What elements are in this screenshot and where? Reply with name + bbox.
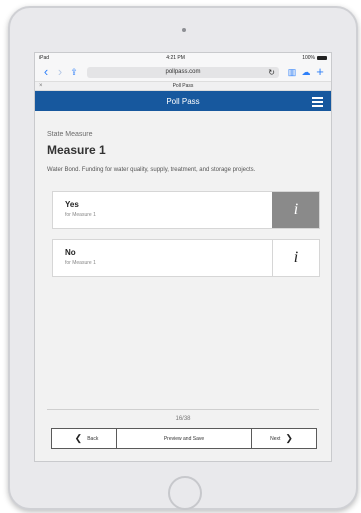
chevron-left-icon: ❮ [74,433,83,443]
page-counter: 16/38 [175,416,191,422]
preview-save-button[interactable]: Preview and Save [117,429,252,448]
screen: iPad 4:21 PM 100% ‹ › ⇪ pollpass.com ↻ ▥… [34,52,332,462]
page-title: Measure 1 [47,143,106,157]
app-header: Poll Pass [35,91,331,111]
option-label: Yes [65,200,79,209]
forward-arrow-icon[interactable]: › [53,63,67,81]
option-sublabel: for Measure 1 [65,260,96,266]
browser-toolbar: ‹ › ⇪ pollpass.com ↻ ▥ ☁ + [35,63,331,82]
url-text: pollpass.com [165,69,201,75]
camera-dot [182,28,186,32]
divider [47,409,319,410]
option-label: No [65,248,76,257]
main-content: State Measure Measure 1 Water Bond. Fund… [35,111,331,461]
tab-bar[interactable]: × Poll Pass [35,82,331,91]
preview-save-label: Preview and Save [163,435,205,442]
chevron-right-icon: ❯ [285,433,293,443]
back-button[interactable]: ❮ Back [52,429,117,448]
next-label: Next [270,435,281,442]
carrier-label: iPad [39,55,50,61]
measure-kicker: State Measure [47,131,93,138]
url-bar[interactable]: pollpass.com ↻ [87,66,279,78]
option-yes[interactable]: Yes for Measure 1 i [52,191,320,229]
info-icon[interactable]: i [272,240,319,276]
app-title: Poll Pass [166,96,200,106]
home-button[interactable] [168,476,202,510]
battery-indicator: 100% [302,55,327,61]
next-button[interactable]: Next ❯ [252,429,316,448]
battery-icon [317,55,327,60]
option-sublabel: for Measure 1 [65,212,96,218]
menu-icon[interactable] [312,97,323,109]
measure-description: Water Bond. Funding for water quality, s… [47,167,256,173]
back-arrow-icon[interactable]: ‹ [39,63,53,81]
share-icon[interactable]: ⇪ [67,63,81,81]
pagination-bar: ❮ Back Preview and Save Next ❯ [51,428,317,449]
reload-icon[interactable]: ↻ [268,67,275,78]
tab-title: Poll Pass [172,83,194,89]
new-tab-icon[interactable]: + [313,63,327,81]
status-time: 4:21 PM [166,55,185,61]
back-label: Back [87,435,99,442]
bookmarks-icon[interactable]: ▥ [285,63,299,81]
info-icon[interactable]: i [272,192,319,228]
cloud-tabs-icon[interactable]: ☁ [299,63,313,81]
battery-percent: 100% [302,55,315,61]
ipad-frame: iPad 4:21 PM 100% ‹ › ⇪ pollpass.com ↻ ▥… [8,6,358,510]
option-no[interactable]: No for Measure 1 i [52,239,320,277]
status-bar: iPad 4:21 PM 100% [35,53,331,63]
close-tab-icon[interactable]: × [39,82,43,90]
